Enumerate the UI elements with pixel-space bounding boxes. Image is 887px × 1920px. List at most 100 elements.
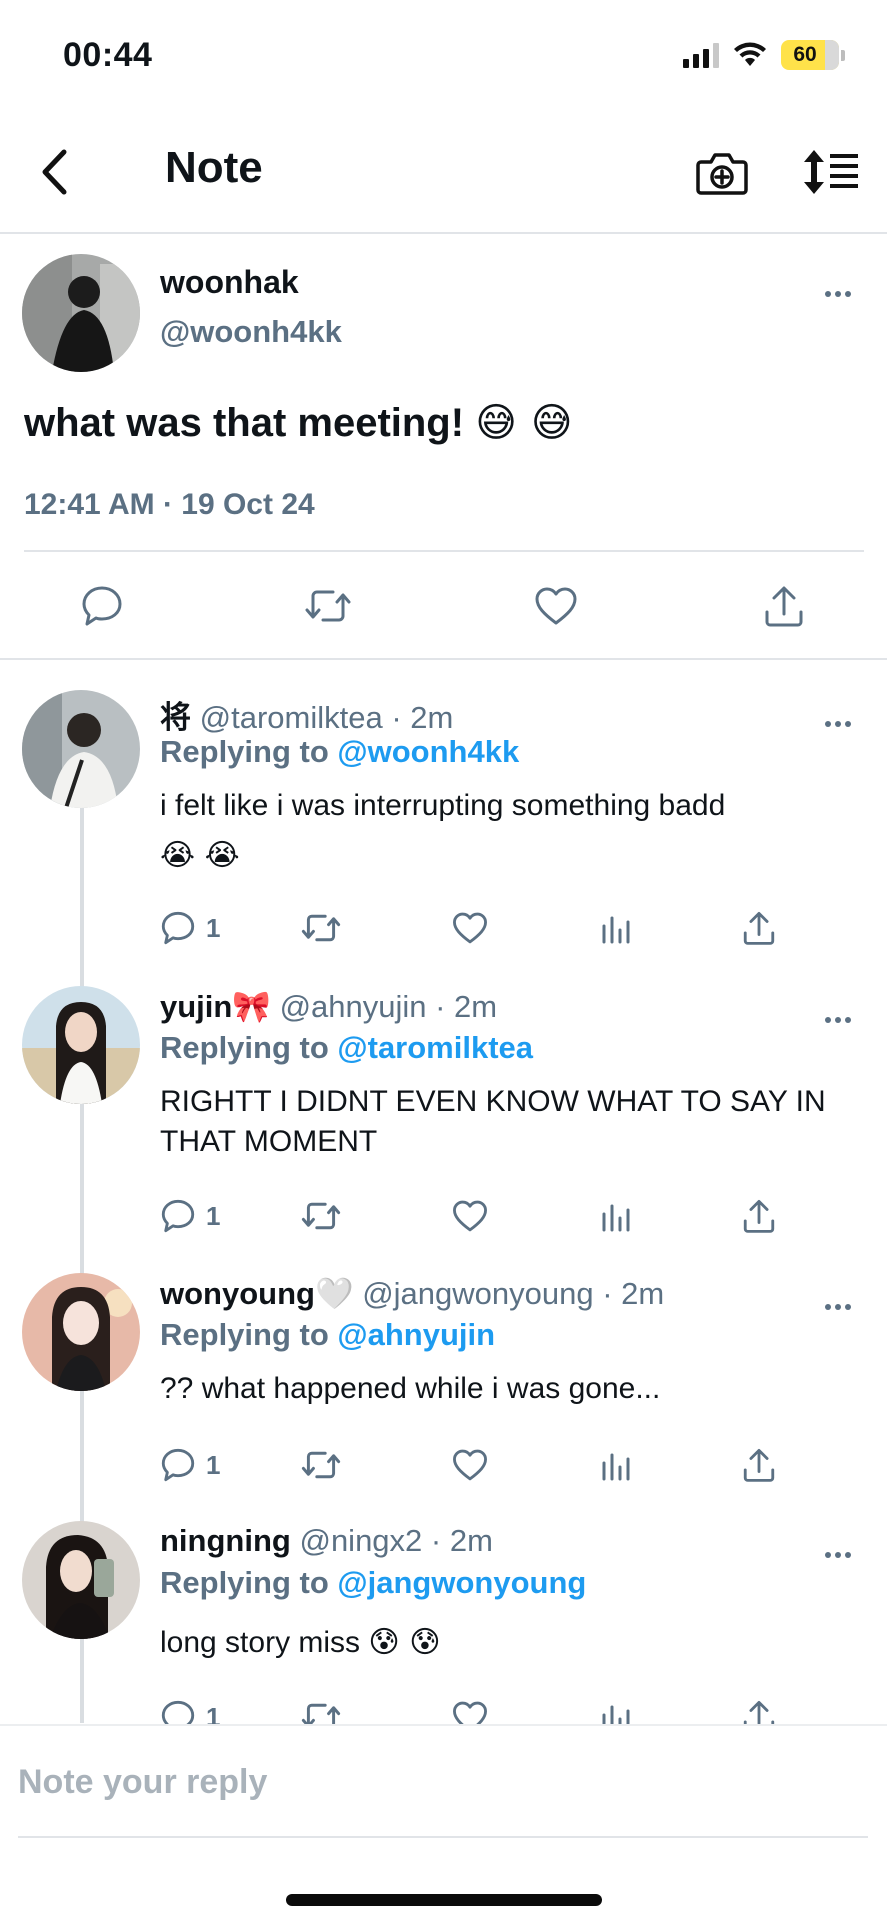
like-button[interactable]	[528, 578, 584, 634]
avatar-photo	[22, 1273, 140, 1391]
reply-item[interactable]: yujin🎀 @ahnyujin · 2m Replying to @tarom…	[0, 986, 887, 1248]
analytics-icon	[602, 916, 630, 944]
page-title: Note	[165, 143, 263, 192]
views-button[interactable]	[600, 1695, 632, 1724]
author-handle[interactable]: @ningx2 · 2m	[299, 1523, 492, 1558]
share-icon	[743, 912, 775, 945]
reply-button[interactable]	[74, 578, 130, 634]
like-button[interactable]	[452, 1194, 488, 1238]
author-handle[interactable]: @ahnyujin · 2m	[280, 989, 498, 1024]
renote-button[interactable]	[300, 578, 356, 634]
more-options-button[interactable]	[818, 714, 858, 734]
reply-item[interactable]: ningning @ningx2 · 2m Replying to @jangw…	[0, 1521, 887, 1724]
divider	[24, 550, 864, 552]
renote-button[interactable]	[300, 1695, 342, 1724]
divider	[18, 1836, 868, 1838]
share-icon	[765, 586, 803, 627]
analytics-icon	[602, 1705, 630, 1724]
like-button[interactable]	[452, 1695, 488, 1724]
more-options-button[interactable]	[818, 1010, 858, 1030]
reply-item[interactable]: wonyoung🤍 @jangwonyoung · 2m Replying to…	[0, 1273, 887, 1493]
more-options-button[interactable]	[818, 1545, 858, 1565]
reply-text-emoji: 😭 😭	[160, 838, 240, 873]
views-button[interactable]	[600, 1443, 632, 1487]
analytics-icon	[602, 1204, 630, 1232]
reply-button[interactable]: 1	[160, 1695, 220, 1724]
share-button[interactable]	[742, 1443, 776, 1487]
avatar[interactable]	[22, 986, 140, 1104]
reply-icon	[161, 911, 195, 945]
home-indicator[interactable]	[286, 1894, 602, 1906]
avatar[interactable]	[22, 690, 140, 808]
author-name[interactable]: ningning	[160, 1523, 291, 1558]
reply-action-bar: 1	[160, 1194, 860, 1238]
note-text-body: what was that meeting!	[24, 401, 465, 445]
reply-button[interactable]: 1	[160, 1443, 220, 1487]
avatar-photo	[22, 986, 140, 1104]
reply-button[interactable]: 1	[160, 1194, 220, 1238]
author-handle[interactable]: @taromilktea · 2m	[200, 700, 454, 735]
reply-text: ?? what happened while i was gone...	[160, 1369, 860, 1409]
replying-to-link[interactable]: @taromilktea	[337, 1030, 533, 1065]
avatar[interactable]	[22, 1273, 140, 1391]
share-button[interactable]	[742, 906, 776, 950]
author-name[interactable]: yujin🎀	[160, 989, 271, 1024]
like-button[interactable]	[452, 1443, 488, 1487]
retweet-icon	[301, 914, 341, 942]
like-icon	[453, 1449, 487, 1481]
reply-item[interactable]: 将 @taromilktea · 2m Replying to @woonh4k…	[0, 690, 887, 960]
status-bar: 00:44 60	[0, 0, 887, 110]
replying-to-link[interactable]: @ahnyujin	[337, 1317, 495, 1352]
author-handle[interactable]: @woonh4kk	[160, 314, 342, 350]
retweet-icon	[305, 590, 351, 622]
author-name[interactable]: woonhak	[160, 264, 299, 301]
share-button[interactable]	[742, 1194, 776, 1238]
reply-text-body: RIGHTT I DIDNT EVEN KNOW WHAT TO SAY IN …	[160, 1085, 826, 1158]
replying-to-link[interactable]: @woonh4kk	[337, 734, 519, 769]
replying-to-label: Replying to	[160, 1030, 338, 1065]
reply-button[interactable]: 1	[160, 906, 220, 950]
sort-button[interactable]	[802, 148, 860, 196]
status-time: 00:44	[63, 36, 153, 74]
author-handle[interactable]: @jangwonyoung · 2m	[362, 1276, 664, 1311]
reply-icon	[82, 586, 122, 626]
reply-text-emoji: 😰 😰	[368, 1625, 441, 1660]
avatar-photo	[22, 690, 140, 808]
renote-button[interactable]	[300, 906, 342, 950]
views-button[interactable]	[600, 906, 632, 950]
replying-to: Replying to @ahnyujin	[160, 1317, 495, 1353]
like-button[interactable]	[452, 906, 488, 950]
camera-button[interactable]	[696, 150, 748, 196]
renote-button[interactable]	[300, 1443, 342, 1487]
share-button[interactable]	[742, 1695, 776, 1724]
sort-icon	[804, 150, 858, 194]
renote-button[interactable]	[300, 1194, 342, 1238]
retweet-icon	[301, 1451, 341, 1479]
back-button[interactable]	[30, 146, 78, 198]
replying-to: Replying to @jangwonyoung	[160, 1565, 586, 1601]
replying-to-label: Replying to	[160, 734, 338, 769]
analytics-icon	[602, 1453, 630, 1481]
more-options-button[interactable]	[818, 284, 858, 304]
views-button[interactable]	[600, 1194, 632, 1238]
like-icon	[453, 1701, 487, 1724]
reply-composer	[0, 1724, 887, 1920]
author-name[interactable]: 将	[160, 700, 191, 735]
author-name[interactable]: wonyoung🤍	[160, 1276, 354, 1311]
reply-action-bar: 1	[160, 1443, 860, 1487]
more-options-button[interactable]	[818, 1297, 858, 1317]
reply-input[interactable]	[18, 1754, 868, 1810]
avatar[interactable]	[22, 1521, 140, 1639]
reply-icon	[161, 1448, 195, 1482]
share-icon	[743, 1200, 775, 1233]
note-text-emoji: 😅 😅	[475, 400, 573, 446]
like-icon	[535, 587, 577, 625]
wifi-icon	[734, 42, 766, 66]
share-button[interactable]	[756, 578, 812, 634]
avatar[interactable]	[22, 254, 140, 372]
reply-action-bar: 1	[160, 1695, 860, 1724]
reply-header: 将 @taromilktea · 2m	[160, 692, 453, 737]
reply-header: yujin🎀 @ahnyujin · 2m	[160, 988, 497, 1025]
replying-to-link[interactable]: @jangwonyoung	[337, 1565, 586, 1600]
avatar-photo	[22, 254, 140, 372]
